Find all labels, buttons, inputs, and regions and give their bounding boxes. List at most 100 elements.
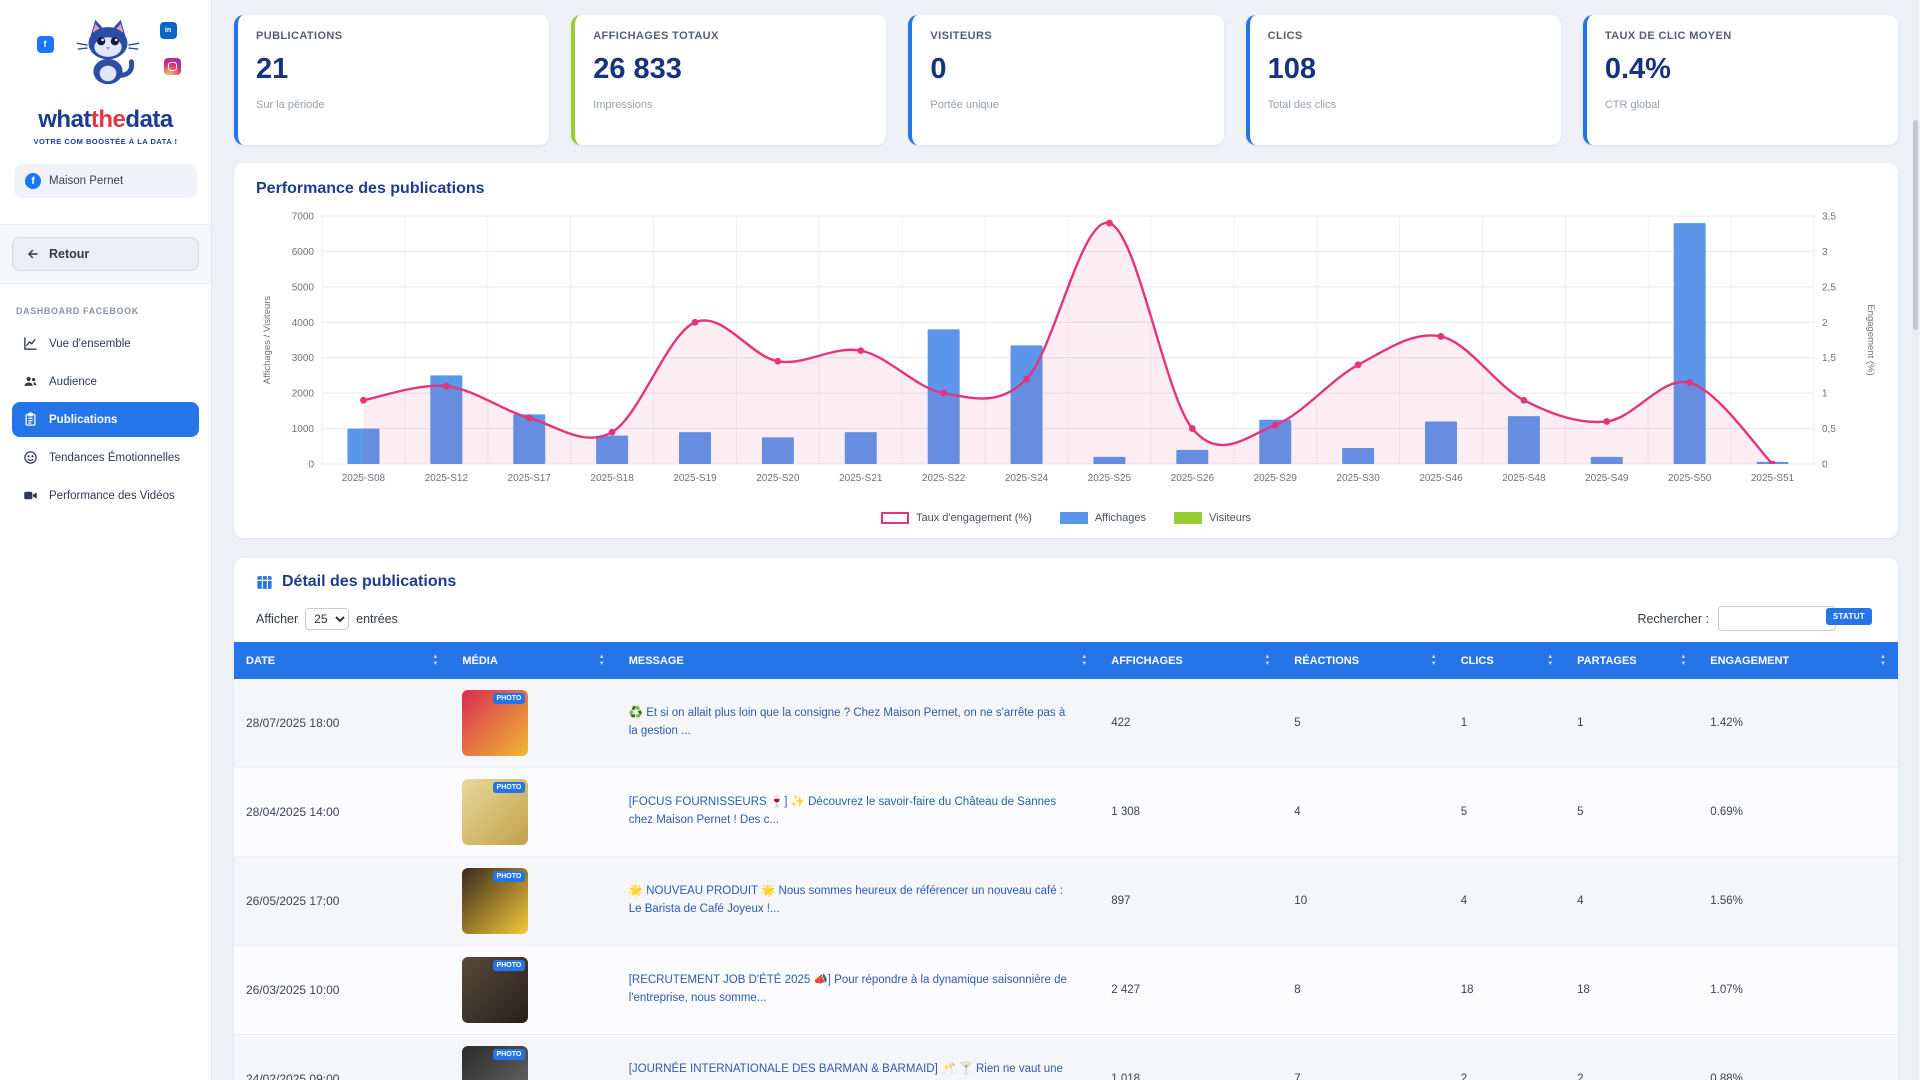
kpi-title: PUBLICATIONS	[256, 30, 531, 42]
sort-icon: ▲▼	[1547, 654, 1553, 667]
post-message-link[interactable]: ♻️ Et si on allait plus loin que la cons…	[629, 705, 1069, 741]
post-thumbnail[interactable]: PHOTO	[462, 868, 528, 934]
cell-partages: 1	[1565, 679, 1698, 768]
column-label: PARTAGES	[1577, 655, 1637, 667]
column-header-date[interactable]: DATE▲▼	[234, 642, 450, 679]
svg-text:2025-S25: 2025-S25	[1088, 473, 1132, 484]
post-thumbnail[interactable]: PHOTO	[462, 690, 528, 756]
table-body: 28/07/2025 18:00PHOTO♻️ Et si on allait …	[234, 679, 1898, 1080]
chart-title: Performance des publications	[256, 180, 1876, 198]
table-search-input[interactable]	[1718, 606, 1836, 631]
cell-date: 24/02/2025 09:00	[234, 1035, 450, 1080]
column-label: MÉDIA	[462, 655, 497, 667]
column-label: MESSAGE	[629, 655, 684, 667]
cell-message: [RECRUTEMENT JOB D'ÉTÉ 2025 📣] Pour répo…	[617, 946, 1100, 1035]
svg-text:2,5: 2,5	[1822, 282, 1836, 293]
column-header-engagement[interactable]: ENGAGEMENT▲▼	[1698, 642, 1898, 679]
kpi-card-clics: CLICS108Total des clics	[1246, 15, 1561, 145]
post-thumbnail[interactable]: PHOTO	[462, 779, 528, 845]
cat-mascot-logo: f in	[31, 14, 181, 106]
svg-text:2: 2	[1822, 318, 1828, 329]
column-header-reactions[interactable]: RÉACTIONS▲▼	[1282, 642, 1448, 679]
column-header-partages[interactable]: PARTAGES▲▼	[1565, 642, 1698, 679]
sidebar-item-performance-des-videos[interactable]: Performance des Vidéos	[12, 478, 199, 513]
cell-engagement: 0.69%	[1698, 768, 1898, 857]
post-message-link[interactable]: [JOURNÉE INTERNATIONALE DES BARMAN & BAR…	[629, 1061, 1069, 1080]
statut-button[interactable]: STATUT	[1826, 608, 1872, 625]
sidebar-item-tendances-emotionnelles[interactable]: Tendances Émotionnelles	[12, 440, 199, 475]
sidebar-item-audience[interactable]: Audience	[12, 364, 199, 399]
column-label: ENGAGEMENT	[1710, 655, 1789, 667]
cell-date: 28/04/2025 14:00	[234, 768, 450, 857]
photo-badge: PHOTO	[493, 960, 526, 971]
show-label: Afficher	[256, 612, 298, 626]
svg-text:2025-S20: 2025-S20	[756, 473, 800, 484]
sidebar-item-label: Audience	[49, 376, 97, 388]
account-selector-maison-pernet[interactable]: f Maison Pernet	[14, 164, 197, 198]
column-header-message[interactable]: MESSAGE▲▼	[617, 642, 1100, 679]
legend-label: Affichages	[1095, 512, 1146, 524]
legend-item-affichages[interactable]: Affichages	[1060, 512, 1146, 524]
post-message-link[interactable]: [RECRUTEMENT JOB D'ÉTÉ 2025 📣] Pour répo…	[629, 972, 1069, 1008]
sidebar-item-label: Publications	[49, 414, 117, 426]
table-header-row: DATE▲▼MÉDIA▲▼MESSAGE▲▼AFFICHAGES▲▼RÉACTI…	[234, 642, 1898, 679]
cell-clics: 18	[1449, 946, 1565, 1035]
cell-media: PHOTO	[450, 946, 616, 1035]
svg-text:1,5: 1,5	[1822, 353, 1836, 364]
svg-text:3: 3	[1822, 247, 1828, 258]
svg-text:5000: 5000	[292, 282, 315, 293]
table-controls: Afficher 25 entrées Rechercher : STATUT	[234, 591, 1898, 642]
svg-text:2025-S29: 2025-S29	[1254, 473, 1298, 484]
sidebar-item-vue-d-ensemble[interactable]: Vue d'ensemble	[12, 326, 199, 361]
account-name: Maison Pernet	[49, 175, 123, 187]
svg-text:0: 0	[1822, 460, 1828, 471]
kpi-value: 108	[1268, 53, 1543, 86]
cell-date: 26/03/2025 10:00	[234, 946, 450, 1035]
sidebar-nav: Vue d'ensemble Audience Publications Tendan…	[12, 326, 199, 516]
cell-affichages: 422	[1099, 679, 1282, 768]
table-title: Détail des publications	[282, 573, 456, 591]
cell-media: PHOTO	[450, 1035, 616, 1080]
svg-text:2025-S49: 2025-S49	[1585, 473, 1629, 484]
cell-reactions: 10	[1282, 857, 1448, 946]
column-header-affichages[interactable]: AFFICHAGES▲▼	[1099, 642, 1282, 679]
cell-date: 28/07/2025 18:00	[234, 679, 450, 768]
post-thumbnail[interactable]: PHOTO	[462, 957, 528, 1023]
svg-text:1: 1	[1822, 389, 1828, 400]
cell-partages: 5	[1565, 768, 1698, 857]
sidebar-item-publications[interactable]: Publications	[12, 402, 199, 437]
column-header-clics[interactable]: CLICS▲▼	[1449, 642, 1565, 679]
legend-swatch	[881, 512, 909, 524]
table-row: 26/05/2025 17:00PHOTO🌟 NOUVEAU PRODUIT 🌟…	[234, 857, 1898, 946]
kpi-card-visiteurs: VISITEURS0Portée unique	[908, 15, 1223, 145]
svg-text:2025-S51: 2025-S51	[1751, 473, 1795, 484]
kpi-value: 0.4%	[1605, 53, 1880, 86]
facebook-account-icon: f	[25, 173, 41, 189]
svg-text:2025-S17: 2025-S17	[508, 473, 552, 484]
kpi-row: PUBLICATIONS21Sur la périodeAFFICHAGES T…	[234, 15, 1898, 145]
sort-icon: ▲▼	[599, 654, 605, 667]
back-button[interactable]: Retour	[12, 237, 199, 271]
legend-item-engagement[interactable]: Taux d'engagement (%)	[881, 512, 1032, 524]
column-header-media[interactable]: MÉDIA ▲▼	[450, 642, 616, 679]
svg-text:2025-S48: 2025-S48	[1502, 473, 1546, 484]
post-message-link[interactable]: [FOCUS FOURNISSEURS 🍷] ✨ Découvrez le sa…	[629, 794, 1069, 830]
brand-tagline: VOTRE COM BOOSTÉE À LA DATA !	[12, 137, 199, 146]
search-label: Rechercher :	[1637, 612, 1709, 626]
kpi-subtitle: Impressions	[593, 99, 868, 111]
post-message-link[interactable]: 🌟 NOUVEAU PRODUIT 🌟 Nous sommes heureux …	[629, 883, 1069, 919]
entries-per-page-select[interactable]: 25	[305, 608, 349, 630]
column-label: DATE	[246, 655, 275, 667]
svg-text:7000: 7000	[292, 212, 315, 223]
page-scrollbar[interactable]	[1912, 0, 1919, 1080]
kpi-subtitle: CTR global	[1605, 99, 1880, 111]
performance-chart-card: Performance des publications 01000200030…	[234, 163, 1898, 538]
cell-engagement: 1.42%	[1698, 679, 1898, 768]
cell-clics: 1	[1449, 679, 1565, 768]
table-grid-icon	[256, 574, 273, 591]
cell-affichages: 2 427	[1099, 946, 1282, 1035]
post-thumbnail[interactable]: PHOTO	[462, 1046, 528, 1080]
brand-logo: f in whatthedata VOTRE CO	[12, 10, 199, 154]
svg-text:4000: 4000	[292, 318, 315, 329]
legend-item-visiteurs[interactable]: Visiteurs	[1174, 512, 1251, 524]
